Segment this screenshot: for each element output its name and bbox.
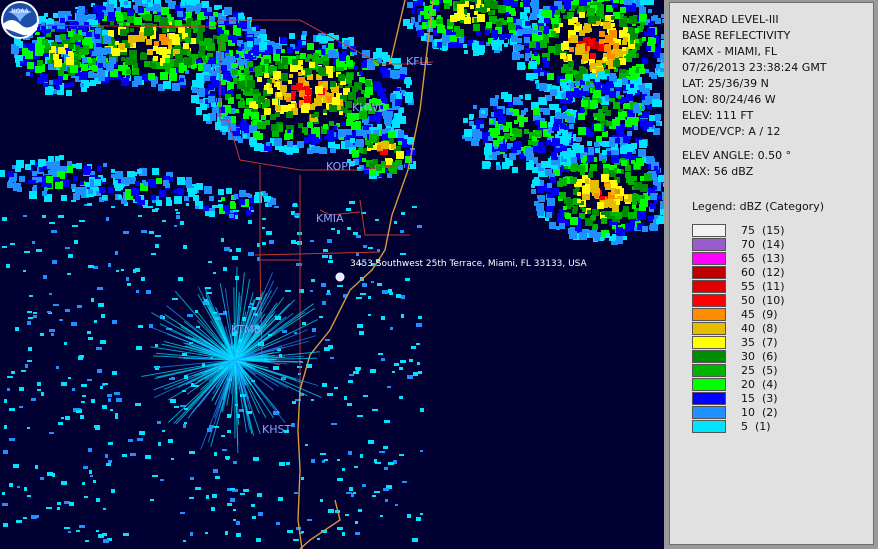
station-label-khwo: KHWO xyxy=(352,101,388,114)
site-longitude: LON: 80/24/46 W xyxy=(682,93,776,106)
scan-mode: MODE/VCP: A / 12 xyxy=(682,125,781,138)
legend-label: 45 (9) xyxy=(741,307,778,321)
legend-row: 25 (5) xyxy=(692,363,785,377)
legend-label: 10 (2) xyxy=(741,405,778,419)
legend-label: 65 (13) xyxy=(741,251,785,265)
legend-swatch xyxy=(692,223,726,237)
radar-map[interactable]: KFLL KHWO KOPF KMIA KTMB KHST 3453 South… xyxy=(0,0,664,549)
radar-echoes xyxy=(0,0,664,245)
radar-overlay xyxy=(0,0,664,549)
legend-title: Legend: dBZ (Category) xyxy=(692,200,824,213)
legend-swatch xyxy=(692,377,726,391)
legend-row: 15 (3) xyxy=(692,391,785,405)
legend-label: 20 (4) xyxy=(741,377,778,391)
legend-label: 60 (12) xyxy=(741,265,785,279)
station-label-khst: KHST xyxy=(262,423,292,436)
legend-swatch xyxy=(692,321,726,335)
legend-row: 70 (14) xyxy=(692,237,785,251)
legend-label: 55 (11) xyxy=(741,279,785,293)
legend-row: 75 (15) xyxy=(692,223,785,237)
legend-row: 20 (4) xyxy=(692,377,785,391)
station-label-ktmb: KTMB xyxy=(231,323,262,336)
station-label-kopf: KOPF xyxy=(326,160,355,173)
legend-row: 10 (2) xyxy=(692,405,785,419)
legend-swatch xyxy=(692,419,726,433)
legend-label: 15 (3) xyxy=(741,391,778,405)
legend-row: 60 (12) xyxy=(692,265,785,279)
metadata-block: NEXRAD LEVEL-III BASE REFLECTIVITY KAMX … xyxy=(682,12,827,180)
legend-swatch xyxy=(692,307,726,321)
legend-row: 35 (7) xyxy=(692,335,785,349)
station-label-kfll: KFLL xyxy=(406,55,432,68)
max-reflectivity: MAX: 56 dBZ xyxy=(682,165,754,178)
scan-datetime: 07/26/2013 23:38:24 GMT xyxy=(682,61,827,74)
svg-text:NOAA: NOAA xyxy=(11,8,29,15)
legend-row: 55 (11) xyxy=(692,279,785,293)
legend-swatch xyxy=(692,363,726,377)
legend-swatch xyxy=(692,293,726,307)
legend-row: 5 (1) xyxy=(692,419,785,433)
elevation-angle: ELEV ANGLE: 0.50 ° xyxy=(682,149,792,162)
legend-label: 70 (14) xyxy=(741,237,785,251)
legend-label: 25 (5) xyxy=(741,363,778,377)
legend-swatch xyxy=(692,335,726,349)
legend-row: 30 (6) xyxy=(692,349,785,363)
address-label: 3453 Southwest 25th Terrace, Miami, FL 3… xyxy=(350,259,587,269)
legend-swatch xyxy=(692,251,726,265)
site-latitude: LAT: 25/36/39 N xyxy=(682,77,769,90)
legend-row: 65 (13) xyxy=(692,251,785,265)
noaa-logo-icon: NOAA xyxy=(1,1,39,39)
info-panel: NEXRAD LEVEL-III BASE REFLECTIVITY KAMX … xyxy=(669,2,874,545)
legend-swatch xyxy=(692,279,726,293)
legend: 75 (15) 70 (14) 65 (13) 60 (12) 55 (11) 50 (1… xyxy=(692,223,785,433)
legend-swatch xyxy=(692,391,726,405)
legend-swatch xyxy=(692,237,726,251)
legend-label: 50 (10) xyxy=(741,293,785,307)
legend-row: 50 (10) xyxy=(692,293,785,307)
address-marker xyxy=(335,272,345,282)
legend-label: 40 (8) xyxy=(741,321,778,335)
legend-swatch xyxy=(692,265,726,279)
legend-row: 45 (9) xyxy=(692,307,785,321)
legend-label: 5 (1) xyxy=(741,419,771,433)
legend-label: 75 (15) xyxy=(741,223,785,237)
station-label-kmia: KMIA xyxy=(316,212,344,225)
legend-swatch xyxy=(692,405,726,419)
site-elevation: ELEV: 111 FT xyxy=(682,109,754,122)
radar-site: KAMX - MIAMI, FL xyxy=(682,45,777,58)
product-type: BASE REFLECTIVITY xyxy=(682,29,791,42)
legend-label: 35 (7) xyxy=(741,335,778,349)
legend-swatch xyxy=(692,349,726,363)
legend-row: 40 (8) xyxy=(692,321,785,335)
legend-label: 30 (6) xyxy=(741,349,778,363)
product-name: NEXRAD LEVEL-III xyxy=(682,13,779,26)
